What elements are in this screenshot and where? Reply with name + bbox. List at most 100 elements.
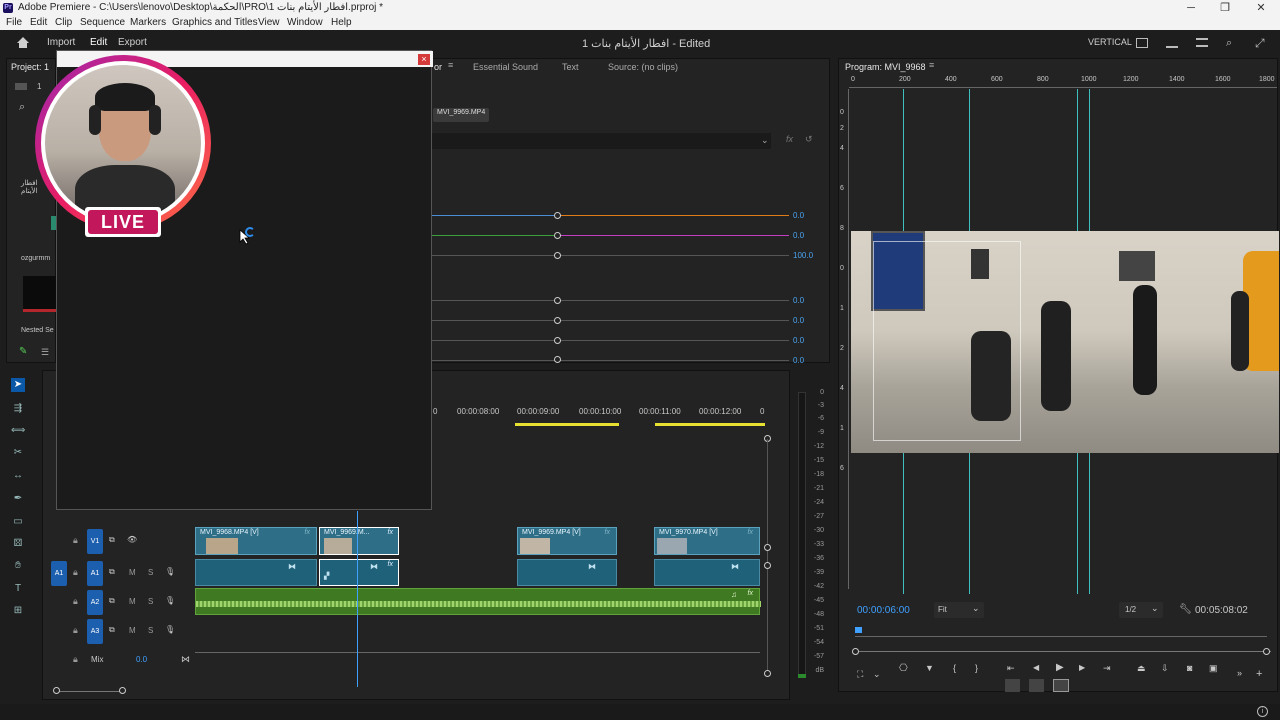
compare-icon[interactable]: ▣ — [1209, 663, 1218, 674]
audio-clip[interactable]: ⧓ — [195, 559, 317, 586]
solo-button[interactable]: S — [148, 568, 153, 577]
mark-in-icon[interactable]: { — [953, 663, 956, 673]
track-target-a3[interactable]: A3 — [87, 619, 103, 644]
more-icon[interactable]: » — [1237, 668, 1242, 678]
clip-name-chip[interactable]: MVI_9969.MP4 — [433, 108, 490, 122]
workspace-label[interactable]: VERTICAL — [1088, 37, 1132, 47]
step-back-icon[interactable]: ◀︎ — [1033, 663, 1039, 672]
zoom-scrollbar[interactable] — [855, 651, 1271, 652]
frame-icon[interactable]: ⚄ — [11, 537, 25, 551]
close-overlay-button[interactable]: × — [418, 54, 430, 65]
source-patch-a1[interactable]: A1 — [51, 561, 67, 586]
slider-value[interactable]: 0.0 — [793, 231, 804, 240]
text-tab[interactable]: Text — [562, 62, 579, 72]
scroll-handle[interactable] — [764, 562, 771, 569]
grid-icon[interactable] — [1029, 679, 1044, 692]
sync-lock-icon[interactable]: ⧉ — [109, 596, 115, 606]
play-icon[interactable]: ▶︎ — [1056, 662, 1064, 673]
source-tab[interactable]: Source: (no clips) — [608, 62, 678, 72]
audio-clip-selected[interactable]: ▞ ⧓ fx — [319, 559, 399, 586]
menu-graphics-titles[interactable]: Graphics and Titles — [172, 17, 258, 28]
slider-knob[interactable] — [554, 356, 561, 363]
menu-view[interactable]: View — [258, 17, 280, 28]
mark-out-icon[interactable]: } — [975, 663, 978, 673]
sync-lock-icon[interactable]: ⧉ — [109, 625, 115, 635]
slider-value[interactable]: 0.0 — [793, 336, 804, 345]
add-marker-icon[interactable]: ▼ — [925, 663, 934, 673]
zoom-handle-left[interactable] — [53, 687, 60, 694]
time-ruler[interactable] — [855, 629, 1267, 637]
audio-clip[interactable]: ⧓ — [654, 559, 760, 586]
video-clip-selected[interactable]: MVI_9969.M... fx — [319, 527, 399, 555]
go-to-in-icon[interactable]: ⇤ — [1007, 663, 1015, 674]
lock-icon[interactable]: 🔒︎ — [73, 625, 78, 636]
crop-icon[interactable]: ⛶ — [857, 669, 863, 680]
marker-icon[interactable]: ⎔ — [899, 663, 908, 674]
sync-lock-icon[interactable]: ⧉ — [109, 535, 115, 545]
nested-thumbnail[interactable] — [23, 276, 57, 312]
menu-icon[interactable] — [1196, 38, 1208, 47]
selection-tool-icon[interactable]: ➤ — [11, 378, 25, 392]
fx-icon[interactable]: fx — [786, 134, 793, 144]
audio-clip[interactable]: ⧓ — [517, 559, 617, 586]
microphone-icon[interactable]: 🎙︎ — [165, 596, 175, 605]
mini-playhead[interactable] — [855, 627, 862, 633]
menu-sequence[interactable]: Sequence — [80, 17, 125, 28]
video-clip[interactable]: MVI_9968.MP4 [V] fx — [195, 527, 317, 555]
home-icon[interactable] — [16, 36, 30, 49]
lock-icon[interactable]: 🔒︎ — [73, 567, 78, 578]
close-window-button[interactable]: ✕ — [1244, 0, 1278, 16]
playhead-timecode[interactable]: 00:00:06:00 — [857, 605, 910, 616]
essential-sound-tab[interactable]: Essential Sound — [473, 62, 538, 72]
safe-margins-icon[interactable] — [1005, 679, 1020, 692]
scroll-handle[interactable] — [764, 670, 771, 677]
hand-icon[interactable]: ✋︎ — [11, 559, 25, 573]
track-target-a2[interactable]: A2 — [87, 590, 103, 615]
menu-help[interactable]: Help — [331, 17, 352, 28]
track-target-v1[interactable]: V1 — [87, 529, 103, 554]
info-icon[interactable]: i — [1257, 706, 1268, 717]
webcam-overlay-window[interactable]: × LIVE — [35, 50, 433, 510]
zoom-handle-right[interactable] — [1263, 648, 1270, 655]
chevron-down-icon[interactable]: ⌄ — [873, 669, 881, 680]
menu-markers[interactable]: Markers — [130, 17, 166, 28]
pen-icon[interactable]: ✒ — [11, 492, 25, 506]
scroll-handle[interactable] — [764, 544, 771, 551]
menu-file[interactable]: File — [6, 17, 22, 28]
effect-controls-tab-partial[interactable]: or — [434, 62, 442, 72]
menu-edit[interactable]: Edit — [30, 17, 47, 28]
extract-icon[interactable]: ⇩ — [1161, 663, 1169, 674]
video-clip[interactable]: MVI_9969.MP4 [V] fx — [517, 527, 617, 555]
mute-button[interactable]: M — [129, 568, 136, 577]
solo-button[interactable]: S — [148, 597, 153, 606]
project-item-ozgurmm[interactable]: ozgurmm — [21, 255, 50, 262]
slip-icon[interactable]: ↔ — [11, 469, 25, 483]
track-select-icon[interactable]: ⇶ — [11, 402, 25, 416]
razor-icon[interactable]: ✂ — [11, 446, 25, 460]
sync-lock-icon[interactable]: ⧉ — [109, 567, 115, 577]
lift-icon[interactable]: ⏏︎ — [1137, 663, 1146, 674]
slider-knob[interactable] — [554, 317, 561, 324]
lock-icon[interactable]: 🔒︎ — [73, 596, 78, 607]
timeline-playhead[interactable] — [357, 511, 358, 687]
horizontal-zoom-bar[interactable] — [57, 691, 123, 692]
mix-value[interactable]: 0.0 — [136, 655, 147, 664]
quick-export-icon[interactable] — [1136, 38, 1148, 48]
track-target-a1[interactable]: A1 — [87, 561, 103, 586]
step-forward-icon[interactable]: ▶︎ — [1079, 663, 1085, 672]
export-tab[interactable]: Export — [118, 37, 147, 48]
music-clip[interactable]: ♫ fx — [195, 588, 761, 615]
share-icon[interactable] — [1166, 37, 1178, 48]
restore-button[interactable]: ❐ — [1208, 0, 1242, 16]
fit-dropdown[interactable]: Fit ⌄ — [934, 602, 984, 618]
slider-value[interactable]: 0.0 — [793, 296, 804, 305]
slider-knob[interactable] — [554, 297, 561, 304]
minimize-button[interactable]: ─ — [1174, 0, 1208, 16]
mute-button[interactable]: M — [129, 626, 136, 635]
quality-dropdown[interactable]: 1/2 ⌄ — [1119, 602, 1163, 618]
camera-icon[interactable]: ◙ — [1187, 663, 1192, 673]
project-item-nested[interactable]: Nested Se — [21, 327, 54, 334]
microphone-icon[interactable]: 🎙︎ — [165, 625, 175, 634]
solo-button[interactable]: S — [148, 626, 153, 635]
guides-icon[interactable] — [1053, 679, 1069, 692]
